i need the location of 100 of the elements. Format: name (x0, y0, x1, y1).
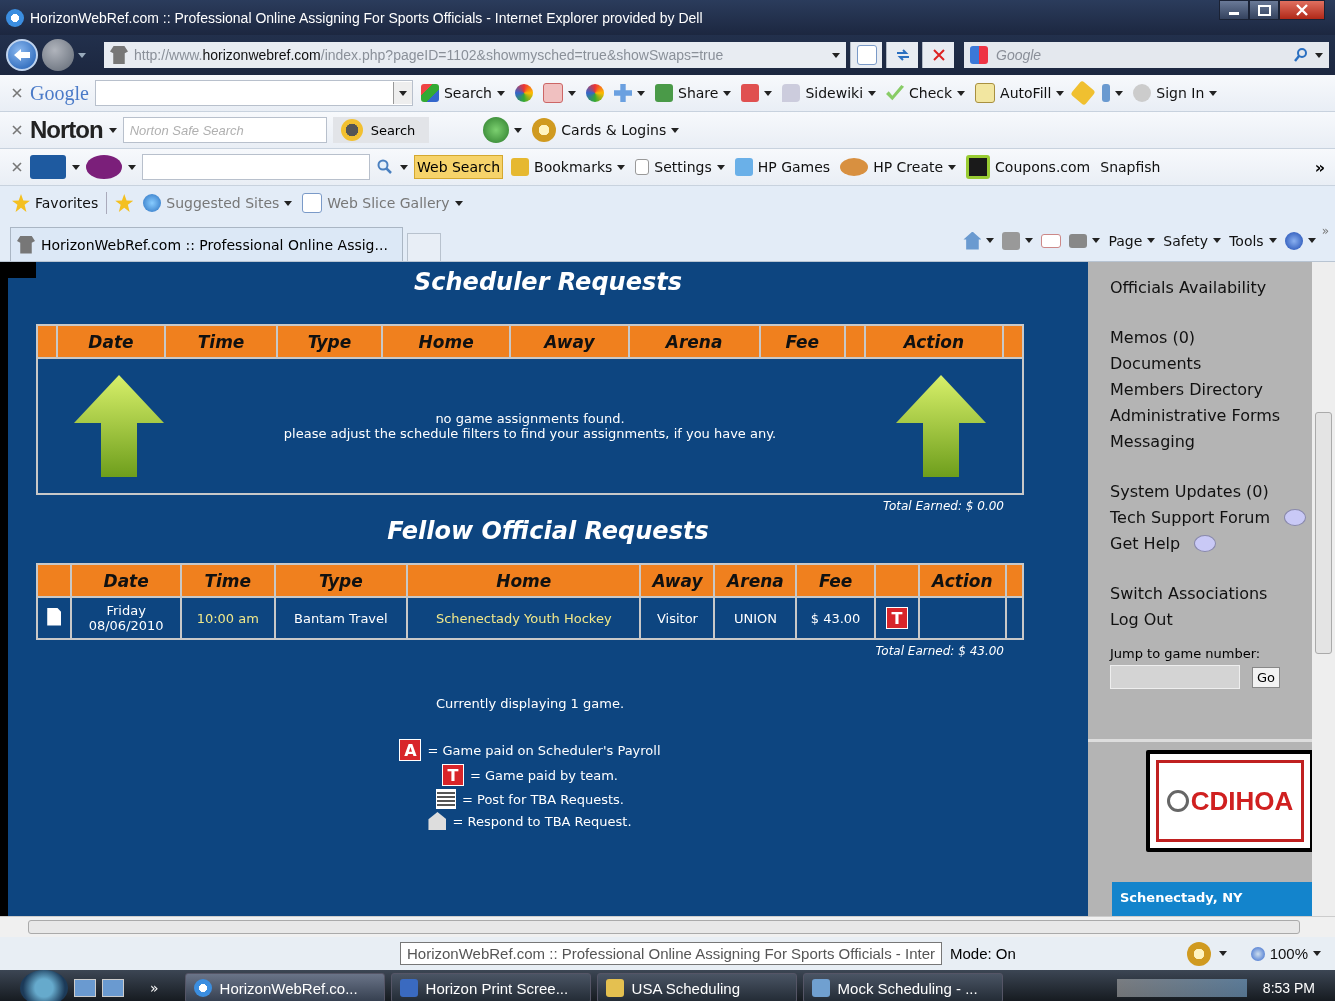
address-field[interactable]: http://www.horizonwebref.com/index.php?pageID=1102&showmysched=true&showSwaps=true (104, 42, 846, 68)
caret-icon[interactable] (1025, 238, 1034, 243)
close-icon[interactable] (10, 125, 24, 135)
toolbar-button[interactable]: Check (884, 84, 968, 102)
sidebar-link[interactable]: Administrative Forms (1110, 405, 1281, 425)
toolbar-button[interactable]: AutoFill (973, 83, 1067, 103)
close-icon[interactable] (10, 88, 24, 98)
caret-icon[interactable] (1268, 238, 1277, 243)
close-icon[interactable] (10, 162, 24, 172)
search-icon[interactable] (1293, 47, 1309, 63)
stop-button[interactable] (922, 42, 954, 68)
search-button[interactable]: Search (332, 117, 430, 143)
toolbar-icon-button[interactable] (541, 83, 578, 103)
toolbar-button[interactable]: Cards & Logins (530, 118, 682, 142)
caret-icon[interactable] (948, 164, 957, 170)
toolbar-button[interactable]: Bookmarks (509, 158, 628, 176)
command-button[interactable]: Safety (1161, 232, 1224, 249)
more-button[interactable]: » (150, 980, 159, 996)
caret-icon[interactable] (1315, 52, 1323, 58)
sidebar-link[interactable]: Messaging (1110, 431, 1196, 451)
web-search-button[interactable]: Web Search (414, 155, 504, 179)
favorites-link[interactable]: Suggested Sites (141, 194, 295, 212)
start-button[interactable] (20, 970, 68, 1001)
zoom-button[interactable]: 100% (1248, 945, 1323, 962)
vertical-scrollbar[interactable] (1312, 262, 1335, 916)
toolbar-button[interactable]: HP Create (838, 158, 959, 176)
caret-icon[interactable] (400, 164, 408, 170)
favorites-link[interactable]: Web Slice Gallery (300, 193, 465, 213)
command-button[interactable]: Tools (1227, 232, 1279, 249)
search-field[interactable] (94, 80, 413, 106)
taskbar-button[interactable]: HorizonWebRef.co... (184, 973, 385, 1001)
caret-icon[interactable] (1092, 238, 1101, 243)
caret-icon[interactable] (454, 200, 463, 206)
toolbar-button[interactable]: HP Games (732, 158, 833, 176)
caret-icon[interactable] (284, 200, 293, 206)
toolbar-button[interactable]: Sign In (1131, 84, 1220, 102)
toolbar-button[interactable]: Share (653, 84, 734, 102)
caret-icon[interactable] (868, 90, 877, 96)
logo-icon[interactable] (86, 155, 122, 179)
caret-icon[interactable] (764, 90, 773, 96)
caret-icon[interactable] (1218, 951, 1227, 956)
sidebar-link[interactable]: Officials Availability (1110, 277, 1267, 297)
toolbar-button[interactable]: Snapfish (1098, 159, 1163, 175)
maximize-button[interactable] (1249, 0, 1279, 20)
sidebar-link[interactable]: Log Out (1110, 609, 1173, 629)
sidebar-link[interactable]: Members Directory (1110, 379, 1263, 399)
toolbar-button[interactable]: Sidewiki (780, 84, 879, 102)
more-button[interactable]: » (1314, 157, 1325, 177)
caret-icon[interactable] (617, 164, 626, 170)
caret-icon[interactable] (1209, 90, 1218, 96)
caret-icon[interactable] (957, 90, 966, 96)
command-button[interactable]: Page (1106, 232, 1158, 249)
caret-icon[interactable] (514, 127, 523, 133)
search-box[interactable]: Google (964, 42, 1329, 68)
caret-icon[interactable] (78, 52, 86, 58)
caret-icon[interactable] (637, 90, 645, 96)
caret-icon[interactable] (1115, 90, 1124, 96)
sidebar-link[interactable]: Switch Associations (1110, 583, 1268, 603)
browser-tab[interactable]: HorizonWebRef.com :: Professional Online Assig... (10, 227, 403, 261)
horizontal-scrollbar[interactable] (0, 916, 1335, 937)
back-button[interactable] (6, 39, 38, 71)
taskbar-button[interactable]: Mock Scheduling - ... (802, 973, 1003, 1001)
toolbar-button[interactable]: Coupons.com (964, 155, 1093, 179)
caret-icon[interactable] (1056, 90, 1065, 96)
caret-icon[interactable] (723, 90, 732, 96)
toolbar-button[interactable]: Settings (633, 159, 727, 175)
caret-icon[interactable] (72, 164, 80, 170)
toolbar-icon-button[interactable] (612, 84, 647, 102)
caret-icon[interactable] (128, 164, 136, 170)
caret-icon[interactable] (986, 238, 995, 243)
sidebar-link[interactable]: Memos (0) (1110, 327, 1196, 347)
caret-icon[interactable] (1213, 238, 1222, 243)
caret-icon[interactable] (671, 127, 680, 133)
taskbar-button[interactable]: Horizon Print Scree... (390, 973, 591, 1001)
caret-icon[interactable] (1307, 238, 1316, 243)
caret-icon[interactable] (108, 127, 117, 133)
forward-button[interactable] (42, 39, 74, 71)
compatibility-button[interactable] (850, 42, 882, 68)
caret-icon[interactable] (1147, 238, 1156, 243)
caret-icon[interactable] (497, 90, 505, 96)
tooltip: HorizonWebRef.com :: Professional Online Assigning For Sports Officials - Inter (400, 942, 942, 965)
caret-icon[interactable] (716, 164, 725, 170)
close-button[interactable] (1279, 0, 1325, 20)
toolbar-button[interactable]: Search (418, 84, 507, 102)
sidebar-link[interactable]: Get Help (1110, 533, 1181, 553)
game-number-field[interactable] (1110, 665, 1240, 689)
more-button[interactable]: » (1321, 224, 1329, 238)
minimize-button[interactable] (1219, 0, 1249, 20)
sidebar-link[interactable]: System Updates (0) (1110, 481, 1269, 501)
favorites-button[interactable]: Favorites (10, 194, 101, 212)
refresh-button[interactable] (886, 42, 918, 68)
taskbar-button[interactable]: USA Scheduling (596, 973, 797, 1001)
sidebar-link[interactable]: Documents (1110, 353, 1202, 373)
search-icon[interactable] (376, 159, 394, 175)
sidebar-link[interactable]: Tech Support Forum (1110, 507, 1270, 527)
search-field[interactable]: Norton Safe Search (122, 117, 327, 143)
search-field[interactable] (142, 154, 370, 180)
caret-icon[interactable] (568, 90, 576, 96)
go-button[interactable]: Go (1252, 666, 1281, 688)
swirl-icon (515, 84, 533, 102)
